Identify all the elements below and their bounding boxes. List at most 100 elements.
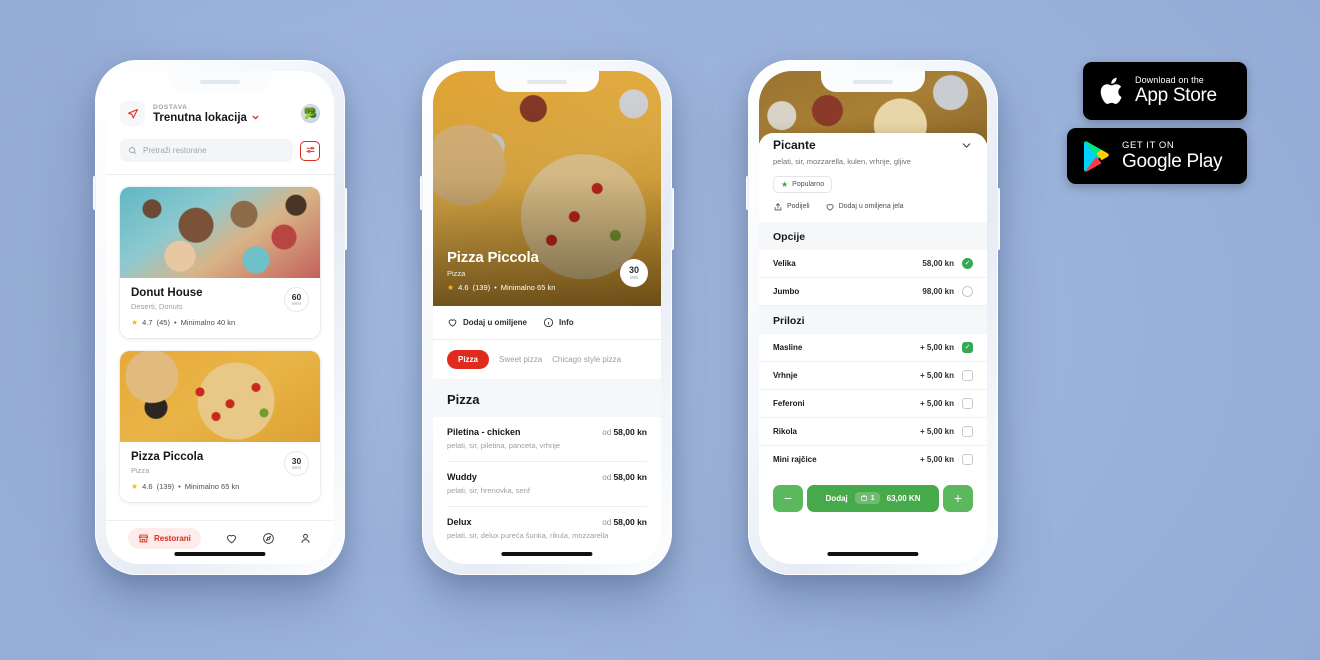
- increment-button[interactable]: +: [943, 484, 973, 512]
- menu-item-price: od 58,00 kn: [602, 517, 647, 527]
- heart-icon: [826, 203, 834, 211]
- current-location[interactable]: Trenutna lokacija: [153, 112, 293, 124]
- phone2-notch: [495, 71, 599, 92]
- chip-chicago-style-pizza[interactable]: Chicago style pizza: [552, 355, 621, 364]
- extra-row[interactable]: Rikola + 5,00 kn: [759, 418, 987, 446]
- restaurant-rating: 4.6: [142, 482, 153, 491]
- chip-sweet-pizza[interactable]: Sweet pizza: [499, 355, 542, 364]
- checkbox-icon[interactable]: [962, 397, 973, 409]
- restaurant-image: [120, 187, 320, 278]
- quantity-pill: 1: [854, 492, 880, 504]
- product-description: pelati, sir, mozzarella, kulen, vrhnje, …: [773, 157, 911, 166]
- tab-favorites[interactable]: [225, 532, 238, 545]
- delivery-time-unit: MIN: [292, 301, 301, 306]
- restaurant-categories: Pizza: [131, 466, 150, 475]
- restaurant-reviews: (45): [156, 318, 170, 327]
- search-row: Pretraži restorane: [120, 139, 320, 162]
- extra-row[interactable]: Mini rajčice + 5,00 kn: [759, 446, 987, 473]
- info-icon: [543, 317, 554, 328]
- delivery-time-value: 30: [291, 455, 302, 466]
- tab-explore[interactable]: [262, 532, 275, 545]
- add-to-cart-button[interactable]: Dodaj 1 63,00 KN: [807, 484, 939, 512]
- options-section-title: Opcije: [759, 221, 987, 250]
- heart-icon: [226, 534, 236, 544]
- restaurant-minimum: Minimalno 65 kn: [184, 482, 240, 491]
- chip-pizza[interactable]: Pizza: [447, 350, 490, 369]
- restaurant-minimum: Minimalno 65 kn: [500, 283, 556, 292]
- menu-item-description: pelati, sir, piletina, panceta, vrhnje: [447, 441, 560, 450]
- checkbox-icon[interactable]: [962, 453, 973, 465]
- option-name: Jumbo: [773, 286, 800, 296]
- extra-price: + 5,00 kn: [919, 398, 954, 408]
- extra-price: + 5,00 kn: [919, 370, 954, 380]
- tab-profile[interactable]: [299, 532, 312, 545]
- tab-restorani[interactable]: Restorani: [128, 528, 201, 549]
- cart-total: 63,00 KN: [886, 493, 921, 503]
- status-badge: ★ Popularno: [773, 175, 833, 193]
- meta-separator: •: [178, 482, 181, 491]
- extra-name: Vrhnje: [773, 370, 798, 380]
- phone3-notch: [821, 71, 925, 92]
- location-text: Trenutna lokacija: [153, 111, 247, 124]
- app-store-badge[interactable]: Download on the App Store: [1083, 62, 1247, 120]
- radio-unselected-icon[interactable]: [962, 285, 973, 297]
- home-indicator: [174, 552, 266, 556]
- menu-item[interactable]: Delux od 58,00 kn pelati, sir, delux pur…: [433, 507, 661, 551]
- restaurant-rating: 4.7: [142, 318, 153, 327]
- apple-logo-icon: [1100, 77, 1122, 104]
- extra-row[interactable]: Vrhnje + 5,00 kn: [759, 362, 987, 390]
- restaurant-category: Pizza: [447, 269, 466, 278]
- checkbox-checked-icon[interactable]: ✓: [962, 341, 973, 353]
- action-label: Dodaj u omiljene: [463, 318, 528, 327]
- product-title: Picante: [773, 138, 816, 152]
- search-input[interactable]: Pretraži restorane: [120, 139, 293, 162]
- delivery-time-unit: MIN: [629, 274, 639, 280]
- star-icon: ★: [781, 179, 789, 189]
- google-play-badge[interactable]: GET IT ON Google Play: [1067, 128, 1247, 184]
- restaurant-reviews: (139): [472, 283, 491, 292]
- person-icon: [301, 533, 310, 543]
- phone1-notch: [168, 71, 272, 92]
- share-button[interactable]: Podijeli: [773, 202, 810, 212]
- menu-item-name: Piletina - chicken: [447, 427, 521, 437]
- decrement-button[interactable]: −: [773, 484, 803, 512]
- menu-item[interactable]: Piletina - chicken od 58,00 kn pelati, s…: [433, 417, 661, 461]
- restaurant-card-pizza-piccola[interactable]: Pizza Piccola Pizza 30 MIN ★ 4.6 (139) •: [120, 351, 320, 502]
- action-label: Dodaj u omiljena jela: [838, 203, 904, 210]
- info-button[interactable]: Info: [543, 317, 574, 328]
- menu-item[interactable]: Wuddy od 58,00 kn pelati, sir, hrenovka,…: [433, 462, 661, 506]
- option-price: 98,00 kn: [922, 286, 954, 296]
- chevron-down-icon[interactable]: [960, 139, 973, 152]
- home-indicator: [501, 552, 593, 556]
- restaurant-card-donut-house[interactable]: Donut House Deserti, Donuts 60 MIN ★ 4.7…: [120, 187, 320, 338]
- add-favorite-dish-button[interactable]: Dodaj u omiljena jela: [825, 202, 904, 212]
- quantity-value: 1: [870, 494, 875, 502]
- location-row[interactable]: DOSTAVA Trenutna lokacija 🥦: [120, 101, 320, 126]
- menu-category-chips: Pizza Sweet pizza Chicago style pizza: [433, 340, 661, 379]
- checkbox-icon[interactable]: [962, 369, 973, 381]
- extra-name: Mini rajčice: [773, 454, 817, 464]
- heart-icon: [448, 319, 457, 327]
- option-row[interactable]: Velika 58,00 kn ✓: [759, 250, 987, 278]
- search-icon: [129, 147, 136, 154]
- extras-section-title: Prilozi: [759, 305, 987, 334]
- price-value: 58,00 kn: [613, 471, 647, 482]
- option-row[interactable]: Jumbo 98,00 kn: [759, 278, 987, 306]
- restaurant-list: Donut House Deserti, Donuts 60 MIN ★ 4.7…: [106, 174, 334, 502]
- delivery-time-value: 60: [291, 291, 302, 302]
- avatar[interactable]: 🥦: [301, 104, 320, 123]
- add-to-favorites-button[interactable]: Dodaj u omiljene: [447, 317, 527, 328]
- extra-row[interactable]: Feferoni + 5,00 kn: [759, 390, 987, 418]
- filter-sliders-icon[interactable]: [300, 140, 320, 161]
- radio-selected-icon[interactable]: ✓: [962, 257, 973, 269]
- option-price: 58,00 kn: [922, 258, 954, 268]
- google-play-big-text: Google Play: [1122, 150, 1223, 172]
- storefront-icon: [138, 534, 149, 543]
- price-prefix: od: [602, 428, 612, 437]
- checkbox-icon[interactable]: [962, 425, 973, 437]
- menu-item-description: pelati, sir, hrenovka, senf: [447, 485, 530, 495]
- extra-row[interactable]: Masline + 5,00 kn ✓: [759, 334, 987, 362]
- hero-text: Pizza Piccola Pizza ★ 4.6 (139) • Minima…: [447, 249, 555, 292]
- restaurant-meta: ★ 4.6 (139) • Minimalno 65 kn: [131, 482, 309, 491]
- google-play-small-text: GET IT ON: [1122, 139, 1175, 151]
